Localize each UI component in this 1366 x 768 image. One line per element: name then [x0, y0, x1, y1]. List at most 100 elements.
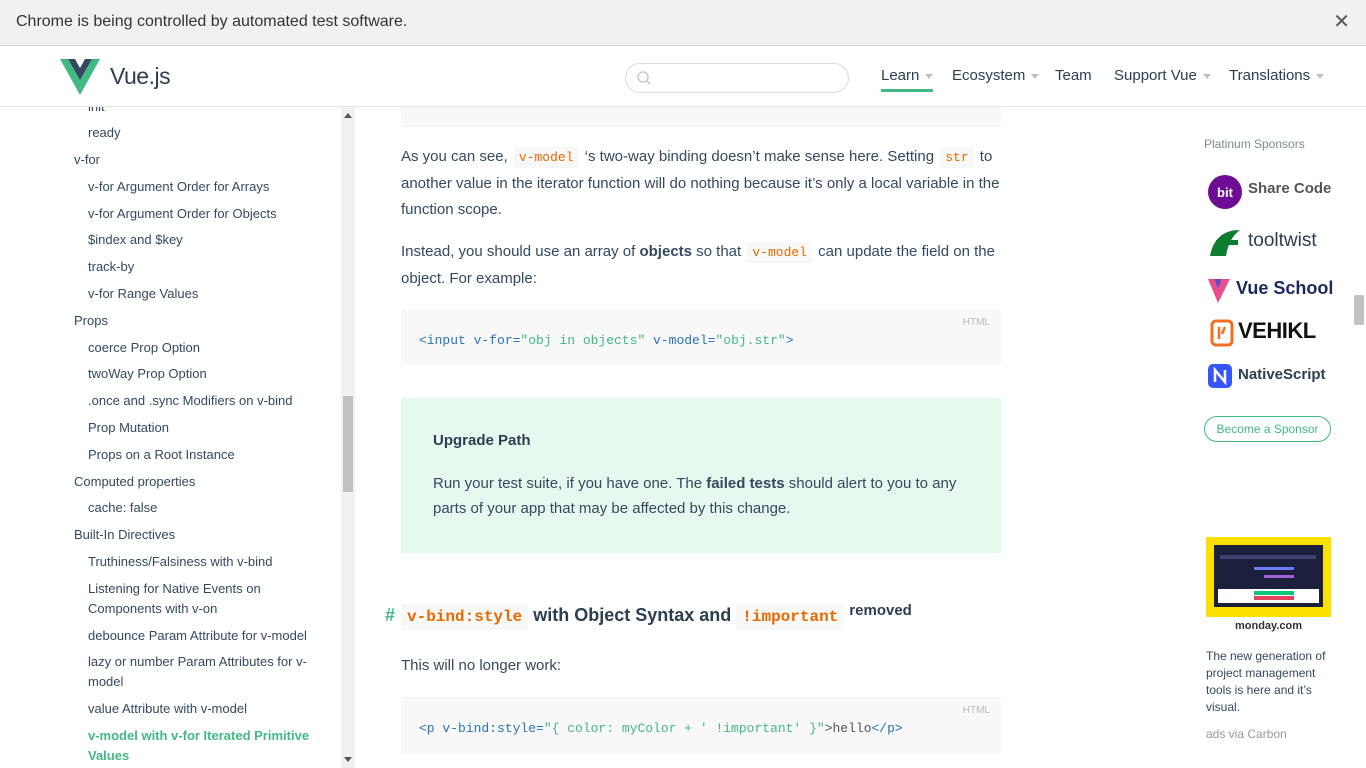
- code-string: "obj.str": [715, 333, 786, 348]
- tip-body: Run your test suite, if you have one. Th…: [433, 471, 973, 521]
- bold-text: failed tests: [706, 475, 785, 492]
- nav-team[interactable]: Team: [1055, 67, 1092, 84]
- sidebar-item-computed[interactable]: Computed properties: [74, 472, 195, 492]
- sidebar-item-v-for-arrays[interactable]: v-for Argument Order for Arrays: [88, 177, 269, 197]
- nav-support-label: Support Vue: [1114, 67, 1197, 84]
- inline-code: v-model: [747, 242, 812, 263]
- search-icon: [637, 71, 651, 85]
- sidebar-item-init[interactable]: init: [88, 107, 105, 117]
- inline-code: v-model: [513, 147, 579, 168]
- vehikl-logo-icon: [1210, 319, 1234, 347]
- text: Instead, you should use an array of: [401, 243, 640, 260]
- vue-logo-icon[interactable]: [60, 59, 100, 95]
- ads-via-carbon-link[interactable]: ads via Carbon: [1206, 727, 1287, 741]
- sidebar-item-index-key[interactable]: $index and $key: [88, 230, 183, 250]
- sidebar-item-truthiness[interactable]: Truthiness/Falsiness with v-bind: [88, 552, 272, 572]
- sidebar-item-native-events[interactable]: Listening for Native Events on: [88, 579, 261, 599]
- sponsor-vueschool[interactable]: Vue School: [1206, 272, 1341, 310]
- code-line: <input v-for="obj in objects" v-model="o…: [419, 333, 794, 348]
- vueschool-logo-icon: [1208, 279, 1230, 303]
- sidebar-item-coerce[interactable]: coerce Prop Option: [88, 338, 200, 358]
- sponsors-column: Platinum Sponsors bit Share Code tooltwi…: [1190, 107, 1352, 768]
- become-sponsor-button[interactable]: Become a Sponsor: [1204, 416, 1331, 442]
- sidebar-item-debounce[interactable]: debounce Param Attribute for v-model: [88, 626, 307, 646]
- sponsor-name: Vue School: [1236, 278, 1334, 298]
- inline-code: str: [940, 147, 974, 168]
- heading-code: !important: [736, 604, 845, 630]
- automation-infobar: Chrome is being controlled by automated …: [0, 0, 1366, 46]
- sponsor-vehikl[interactable]: VEHIKL: [1206, 315, 1341, 353]
- section-heading: v-bind:style with Object Syntax and !imp…: [401, 602, 912, 630]
- sidebar-item-track-by[interactable]: track-by: [88, 257, 134, 277]
- sidebar-scrollbar-thumb[interactable]: [343, 396, 353, 492]
- sidebar-item-prop-mutation[interactable]: Prop Mutation: [88, 418, 169, 438]
- sidebar-item-current-line2[interactable]: Values: [88, 746, 129, 766]
- close-icon[interactable]: ✕: [1333, 10, 1350, 34]
- ad-text[interactable]: The new generation of project management…: [1206, 648, 1336, 716]
- sidebar-item-native-events-line2[interactable]: Components with v-on: [88, 599, 217, 619]
- sidebar-item-value-attribute[interactable]: value Attribute with v-model: [88, 699, 247, 719]
- sponsor-bit[interactable]: bit Share Code: [1206, 172, 1341, 210]
- sidebar-item-current[interactable]: v-model with v-for Iterated Primitive: [88, 726, 309, 746]
- upgrade-path-tip: Upgrade Path Run your test suite, if you…: [401, 398, 1001, 553]
- sponsor-name: tooltwist: [1248, 230, 1317, 251]
- ad-brand: monday.com: [1234, 620, 1303, 632]
- sidebar-item-twoway[interactable]: twoWay Prop Option: [88, 364, 207, 384]
- sponsor-tooltwist[interactable]: tooltwist: [1206, 224, 1341, 262]
- nav-ecosystem-label: Ecosystem: [952, 67, 1026, 84]
- ad-screenshot: [1214, 545, 1323, 607]
- sidebar-item-lazy-number[interactable]: lazy or number Param Attributes for v-: [88, 652, 307, 672]
- scroll-down-arrow-icon[interactable]: [341, 752, 355, 766]
- nav-translations-label: Translations: [1229, 67, 1311, 84]
- text: As you can see,: [401, 148, 512, 165]
- sidebar-item-cache-false[interactable]: cache: false: [88, 498, 157, 518]
- nav-support-vue[interactable]: Support Vue: [1114, 67, 1211, 84]
- sidebar-item-lazy-number-line2[interactable]: model: [88, 672, 123, 692]
- paragraph-array-of-objects: Instead, you should use an array of obje…: [401, 239, 1001, 292]
- sponsors-title: Platinum Sponsors: [1204, 137, 1305, 151]
- sidebar-item-ready[interactable]: ready: [88, 123, 121, 143]
- code-tag: <input: [419, 333, 466, 348]
- code-attr: v-for=: [465, 333, 521, 348]
- heading-code: v-bind:style: [401, 604, 529, 630]
- sidebar-item-once-sync[interactable]: .once and .sync Modifiers on v-bind: [88, 391, 293, 411]
- sidebar-item-v-for-objects[interactable]: v-for Argument Order for Objects: [88, 204, 277, 224]
- tip-title: Upgrade Path: [433, 432, 531, 449]
- scroll-up-arrow-icon[interactable]: [341, 109, 355, 123]
- svg-text:bit: bit: [1217, 185, 1234, 200]
- text: ‘s two-way binding doesn’t make sense he…: [580, 148, 939, 165]
- sponsor-name: VEHIKL: [1238, 318, 1316, 343]
- chevron-down-icon: [1316, 73, 1325, 79]
- text: so that: [692, 243, 746, 260]
- code-block-previous: [401, 107, 1001, 127]
- code-language-label: HTML: [962, 317, 990, 328]
- nav-ecosystem[interactable]: Ecosystem: [952, 67, 1040, 84]
- code-string: "{ color: myColor + ' !important' }": [543, 721, 825, 736]
- paragraph-no-longer-work: This will no longer work:: [401, 657, 562, 674]
- code-block-example: HTML <input v-for="obj in objects" v-mod…: [401, 309, 1001, 365]
- sidebar-item-range-values[interactable]: v-for Range Values: [88, 284, 198, 304]
- sidebar-item-v-for[interactable]: v-for: [74, 150, 100, 170]
- chevron-down-icon: [925, 73, 934, 79]
- carbon-ad-image[interactable]: [1206, 537, 1331, 617]
- nativescript-logo-icon: [1208, 364, 1232, 388]
- sidebar-item-props-root[interactable]: Props on a Root Instance: [88, 445, 235, 465]
- page-scrollbar-thumb[interactable]: [1354, 295, 1364, 325]
- code-string: "obj in objects": [520, 333, 646, 348]
- page-scrollbar[interactable]: [1352, 107, 1366, 768]
- brand-name[interactable]: Vue.js: [110, 63, 171, 90]
- sidebar-item-built-in-directives[interactable]: Built-In Directives: [74, 525, 175, 545]
- nav-translations[interactable]: Translations: [1229, 67, 1325, 84]
- heading-anchor-link[interactable]: #: [385, 605, 395, 626]
- search-input[interactable]: [625, 63, 849, 93]
- heading-text: removed: [849, 602, 912, 619]
- code-attr: v-model=: [645, 333, 716, 348]
- nav-learn[interactable]: Learn: [881, 67, 934, 92]
- sidebar-item-props[interactable]: Props: [74, 311, 108, 331]
- sponsor-name: NativeScript: [1238, 366, 1326, 383]
- code-line: <p v-bind:style="{ color: myColor + ' !i…: [419, 721, 903, 736]
- code-tag: </p>: [871, 721, 903, 736]
- code-attr: v-bind:style=: [434, 721, 544, 736]
- sponsor-nativescript[interactable]: NativeScript: [1206, 359, 1341, 397]
- code-language-label: HTML: [962, 705, 990, 716]
